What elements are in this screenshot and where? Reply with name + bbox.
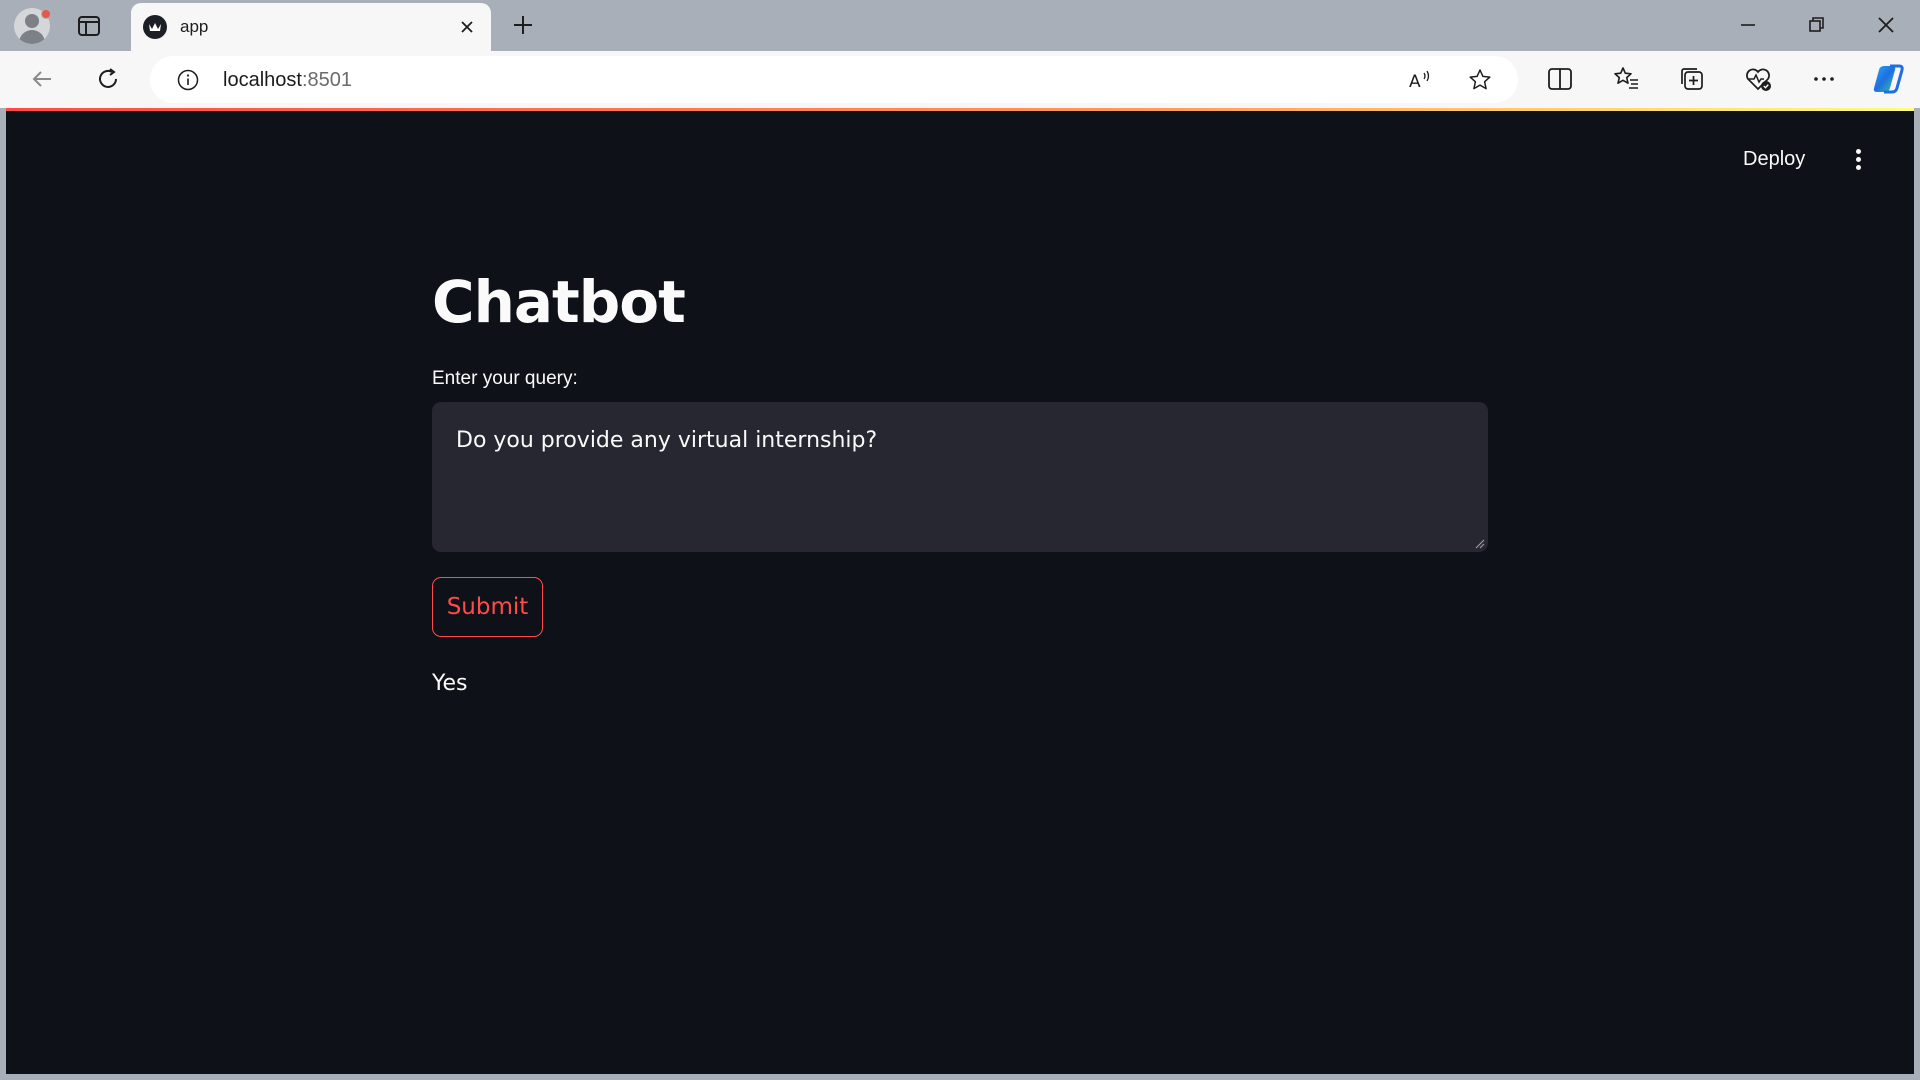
url-port: :8501 [301, 69, 352, 91]
browser-tab-app[interactable]: app [131, 3, 491, 51]
app-viewport: Deploy Chatbot Enter your query: Do you … [6, 108, 1914, 1074]
plus-icon[interactable] [509, 11, 537, 39]
query-label: Enter your query: [432, 368, 578, 389]
deploy-button[interactable]: Deploy [1743, 148, 1805, 171]
split-screen-icon[interactable] [1545, 64, 1575, 94]
browser-toolbar: localhost:8501 A [0, 51, 1920, 108]
copilot-icon[interactable] [1870, 61, 1906, 97]
restore-icon[interactable] [1802, 11, 1830, 39]
resize-handle-icon[interactable] [1473, 537, 1485, 549]
query-textarea[interactable]: Do you provide any virtual internship? [432, 402, 1488, 552]
tab-actions-icon[interactable] [76, 13, 102, 39]
response-text: Yes [432, 671, 468, 696]
address-bar[interactable]: localhost:8501 A [150, 56, 1518, 103]
app-favicon-icon [143, 15, 167, 39]
tab-title: app [180, 17, 209, 36]
url-text: localhost:8501 [223, 69, 352, 92]
favorite-star-icon[interactable] [1467, 67, 1493, 93]
close-icon[interactable] [455, 15, 479, 39]
svg-text:A: A [1409, 72, 1421, 92]
submit-button[interactable]: Submit [432, 577, 543, 637]
browser-tab-bar: app [0, 0, 1920, 51]
browser-essentials-icon[interactable] [1743, 64, 1773, 94]
header-decoration [6, 108, 1914, 111]
more-icon[interactable] [1809, 64, 1839, 94]
query-text: Do you provide any virtual internship? [456, 428, 878, 453]
info-icon[interactable] [176, 68, 200, 92]
minimize-icon[interactable] [1734, 11, 1762, 39]
read-aloud-icon[interactable]: A [1407, 67, 1433, 93]
favorites-icon[interactable] [1611, 64, 1641, 94]
notification-dot [41, 9, 51, 19]
collections-icon[interactable] [1677, 64, 1707, 94]
window-close-icon[interactable] [1872, 11, 1900, 39]
window-bottom-edge [0, 1074, 1920, 1080]
main-content: Chatbot Enter your query: Do you provide… [432, 268, 1488, 696]
back-icon[interactable] [27, 64, 57, 94]
kebab-menu-icon[interactable] [1846, 147, 1870, 173]
page-title: Chatbot [432, 268, 686, 336]
refresh-icon[interactable] [93, 64, 123, 94]
url-host: localhost [223, 69, 302, 91]
